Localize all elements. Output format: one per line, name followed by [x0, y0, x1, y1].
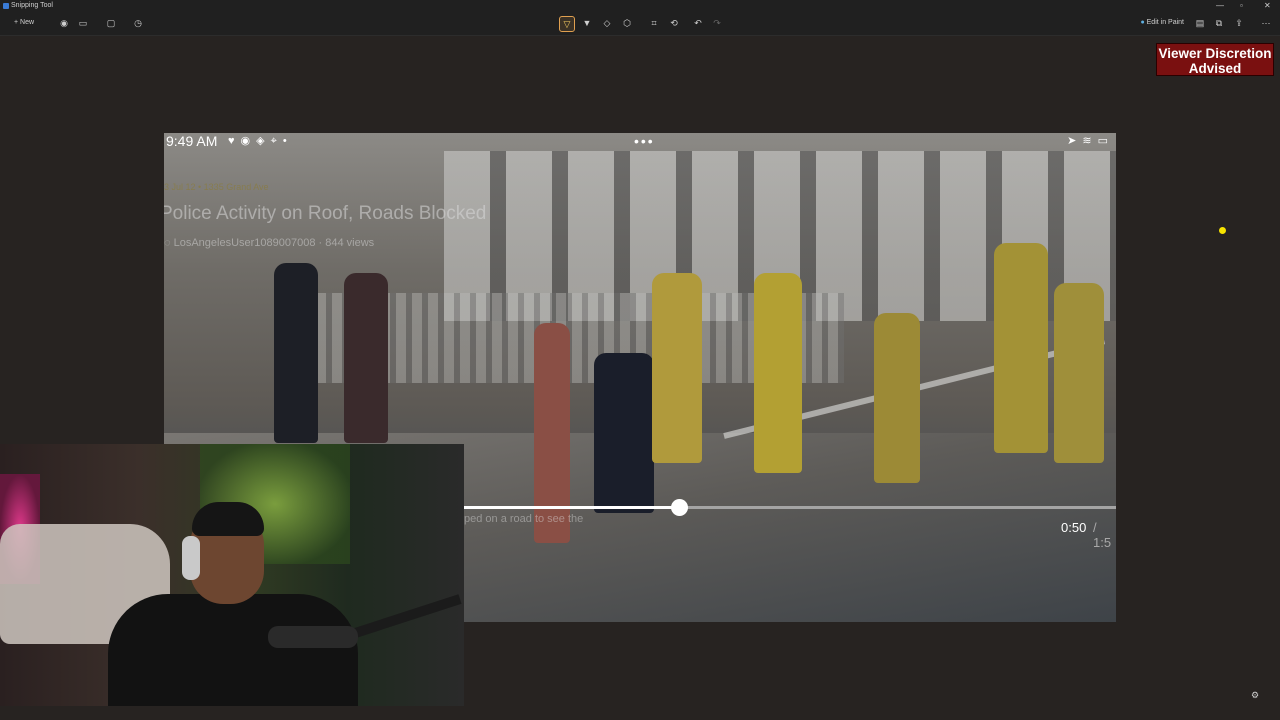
video-title: Police Activity on Roof, Roads Blocked [164, 203, 487, 224]
snipping-tool-icon [3, 3, 9, 9]
status-time: 9:49 AM [166, 133, 218, 149]
camera-icon[interactable]: ◉ [57, 16, 71, 30]
video-scene-person [994, 243, 1048, 453]
cursor-dot [1219, 227, 1226, 234]
pen-icon[interactable]: ▼ [580, 16, 594, 30]
copy-icon[interactable]: ⧉ [1212, 16, 1226, 30]
video-scene-person [594, 353, 654, 513]
edit-in-paint-label: Edit in Paint [1146, 19, 1184, 26]
location-icon: ⌖ [270, 135, 283, 147]
video-scene-person [534, 323, 570, 543]
video-user-text: LosAngelesUser1089007008 · 844 views [173, 237, 375, 249]
badge-line-1: Viewer Discretion [1158, 46, 1272, 61]
progress-fill [464, 506, 680, 509]
navigation-icon: ➤ [1067, 135, 1083, 147]
video-scene-person [344, 273, 388, 443]
broadcast-icon: ◉ [240, 135, 257, 147]
time-current: 0:50 [1061, 520, 1087, 535]
badge-line-2: Advised [1188, 61, 1242, 76]
video-user-line: ◌ LosAngelesUser1089007008 · 844 views [164, 237, 374, 249]
text-actions-icon[interactable]: ⟲ [667, 16, 681, 30]
crop-icon[interactable]: ⌗ [647, 16, 661, 30]
video-scene-person [274, 263, 318, 443]
user-avatar-icon: ◌ [164, 237, 174, 249]
window-title: Snipping Tool [11, 2, 53, 9]
diamond-icon: ◈ [256, 135, 271, 147]
eraser-icon[interactable]: ◇ [600, 16, 614, 30]
viewer-discretion-badge: Viewer Discretion Advised [1156, 43, 1274, 76]
heart-icon: ♥ [228, 135, 241, 147]
wifi-icon: ≋ [1082, 135, 1098, 147]
shapes-icon[interactable]: ⬡ [620, 16, 634, 30]
highlighter-active-icon[interactable]: ▽ [559, 16, 575, 32]
redo-icon[interactable]: ↷ [710, 16, 724, 30]
settings-corner-icon[interactable]: ⚙ [1251, 690, 1259, 701]
edit-in-paint-button[interactable]: ● Edit in Paint [1140, 16, 1184, 30]
save-icon[interactable]: ▤ [1193, 16, 1207, 30]
video-scene-person [754, 273, 802, 473]
time-total: / 1:5 [1093, 520, 1112, 550]
webcam-microphone [268, 626, 358, 648]
video-icon[interactable]: ▭ [76, 16, 90, 30]
more-options-icon[interactable]: ⋯ [1259, 16, 1273, 30]
webcam-person-hair [192, 502, 264, 536]
status-icons-right: ➤≋▭ [1067, 134, 1114, 147]
close-icon[interactable]: ✕ [1264, 1, 1271, 10]
more-dots-icon[interactable]: ••• [634, 133, 655, 149]
video-scene-person [652, 273, 702, 463]
status-dot-icon: • [282, 135, 293, 147]
status-icons-left: ♥◉◈⌖• [228, 134, 293, 148]
video-caption: ped on a road to see the [464, 513, 584, 525]
new-button-label: New [20, 19, 35, 26]
window-titlebar: Snipping Tool — ▫ ✕ [0, 0, 1280, 12]
webcam-overlay [0, 444, 464, 706]
webcam-person-body [108, 594, 358, 706]
share-icon[interactable]: ⇪ [1232, 16, 1246, 30]
video-scene-person [1054, 283, 1104, 463]
snip-shape-icon[interactable]: ▢ [104, 16, 118, 30]
video-meta-date: 3 Jul 12 • 1335 Grand Ave [164, 182, 269, 192]
restore-icon[interactable]: ▫ [1240, 1, 1243, 10]
delay-icon[interactable]: ◷ [131, 16, 145, 30]
battery-icon: ▭ [1097, 135, 1114, 147]
webcam-headphone [182, 536, 200, 580]
video-scene-person [874, 313, 920, 483]
minimize-icon[interactable]: — [1216, 1, 1224, 10]
undo-icon[interactable]: ↶ [691, 16, 705, 30]
toolbar: + New ◉ ▭ ▢ ◷ ▽ ▼ ◇ ⬡ ⌗ ⟲ ↶ ↷ ● Edit in … [0, 12, 1280, 36]
new-button[interactable]: + New [9, 16, 39, 30]
